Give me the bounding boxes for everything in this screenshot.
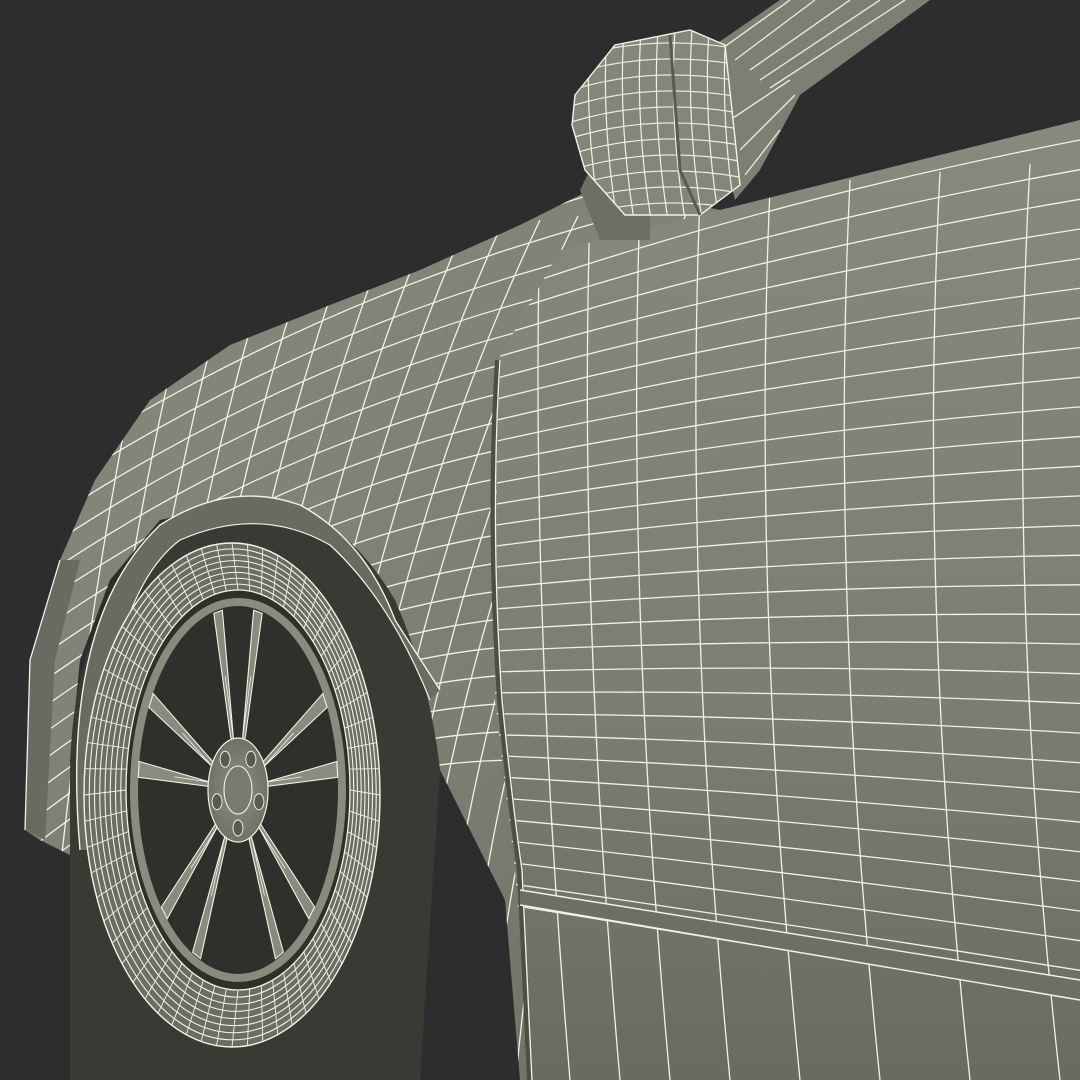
render-viewport bbox=[0, 0, 1080, 1080]
center-cap-icon bbox=[223, 765, 253, 815]
wheel-rim bbox=[125, 589, 351, 991]
door-panel bbox=[490, 120, 1080, 1080]
wireframe-render bbox=[0, 0, 1080, 1080]
